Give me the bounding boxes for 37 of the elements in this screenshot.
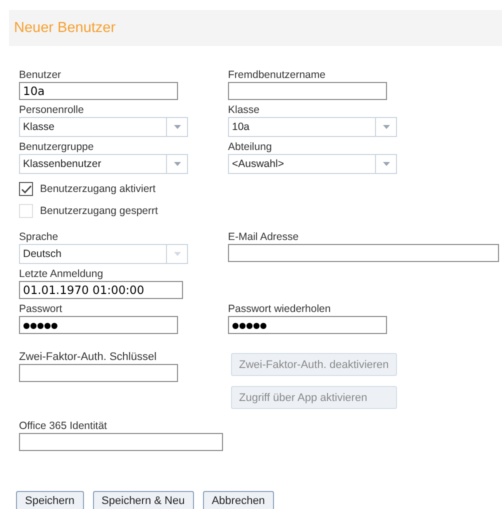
- password-field[interactable]: ●●●●●: [228, 316, 387, 334]
- dropdown[interactable]: Klasse: [19, 117, 188, 137]
- dropdown-arrow-icon: [174, 125, 180, 129]
- input-field[interactable]: [228, 244, 499, 262]
- dropdown-arrow-icon: [174, 162, 180, 166]
- checkbox-label: Benutzerzugang gesperrt: [40, 205, 158, 217]
- dropdown[interactable]: 10a: [228, 117, 397, 137]
- checkbox[interactable]: [19, 182, 33, 196]
- field-label: Office 365 Identität: [19, 419, 107, 433]
- field-label: Passwort wiederholen: [228, 302, 331, 316]
- form-button[interactable]: Speichern & Neu: [92, 491, 194, 509]
- input-field[interactable]: [19, 364, 178, 382]
- form-button[interactable]: Speichern: [16, 491, 84, 509]
- field-label: Sprache: [19, 230, 58, 244]
- input-field[interactable]: [228, 82, 387, 100]
- dropdown-arrow-icon: [174, 252, 180, 256]
- input-field[interactable]: 01.01.1970 01:00:00: [19, 281, 183, 299]
- field-label: Klasse: [228, 103, 260, 117]
- field-label: Fremdbenutzername: [228, 68, 326, 82]
- dropdown-arrow-icon: [382, 125, 390, 129]
- field-label: Benutzer: [19, 68, 62, 82]
- field-label: Zwei-Faktor-Auth. Schlüssel: [19, 350, 157, 364]
- dropdown[interactable]: Klassenbenutzer: [19, 154, 188, 174]
- field-label: Personenrolle: [19, 103, 84, 117]
- field-label: Passwort: [19, 302, 62, 316]
- form-button[interactable]: Abbrechen: [202, 491, 274, 509]
- input-field[interactable]: [19, 433, 223, 451]
- dropdown[interactable]: <Auswahl>: [228, 154, 397, 174]
- input-field[interactable]: 10a: [19, 82, 178, 100]
- field-label: Abteilung: [228, 140, 272, 154]
- password-field[interactable]: ●●●●●: [19, 316, 178, 334]
- field-label: Benutzergruppe: [19, 140, 94, 154]
- field-label: E-Mail Adresse: [228, 230, 299, 244]
- page-title: Neuer Benutzer: [14, 20, 116, 36]
- field-label: Letzte Anmeldung: [19, 267, 104, 281]
- checkbox-label: Benutzerzugang aktiviert: [40, 183, 156, 195]
- dropdown-arrow-icon: [382, 162, 390, 166]
